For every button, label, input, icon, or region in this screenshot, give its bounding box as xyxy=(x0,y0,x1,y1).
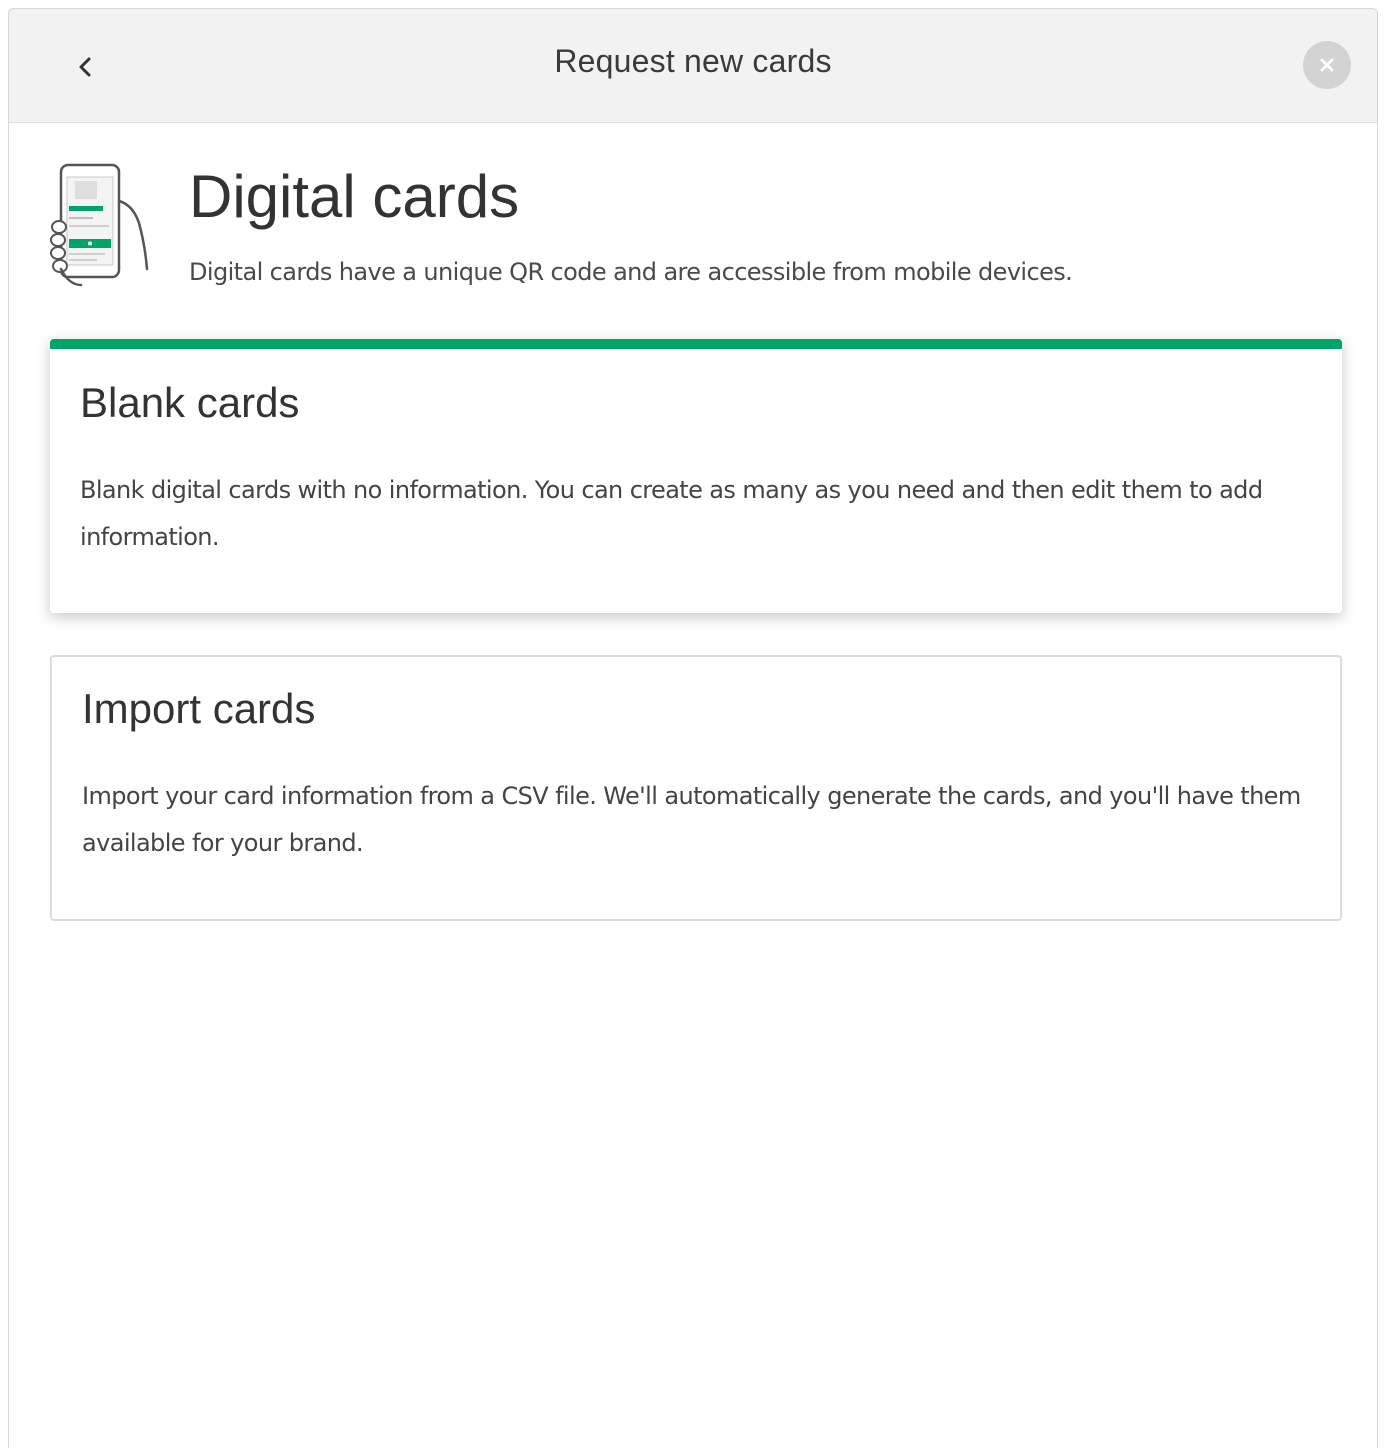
dialog-header: Request new cards xyxy=(9,9,1377,123)
option-title: Blank cards xyxy=(80,379,300,426)
option-description: Import your card information from a CSV … xyxy=(82,782,1301,857)
section-title: Digital cards xyxy=(189,163,520,230)
option-card-import-cards[interactable]: Import cards Import your card informatio… xyxy=(50,655,1342,921)
section-description: Digital cards have a unique QR code and … xyxy=(189,258,1073,286)
close-icon xyxy=(1320,58,1334,72)
dialog-title: Request new cards xyxy=(554,43,832,79)
close-button[interactable] xyxy=(1303,41,1351,89)
option-title: Import cards xyxy=(82,685,316,732)
request-cards-dialog: Request new cards Digital cards Digital … xyxy=(8,8,1378,1448)
option-card-blank-cards[interactable]: Blank cards Blank digital cards with no … xyxy=(50,339,1342,613)
phone-in-hand-icon xyxy=(50,163,149,287)
option-description: Blank digital cards with no information.… xyxy=(80,476,1263,551)
